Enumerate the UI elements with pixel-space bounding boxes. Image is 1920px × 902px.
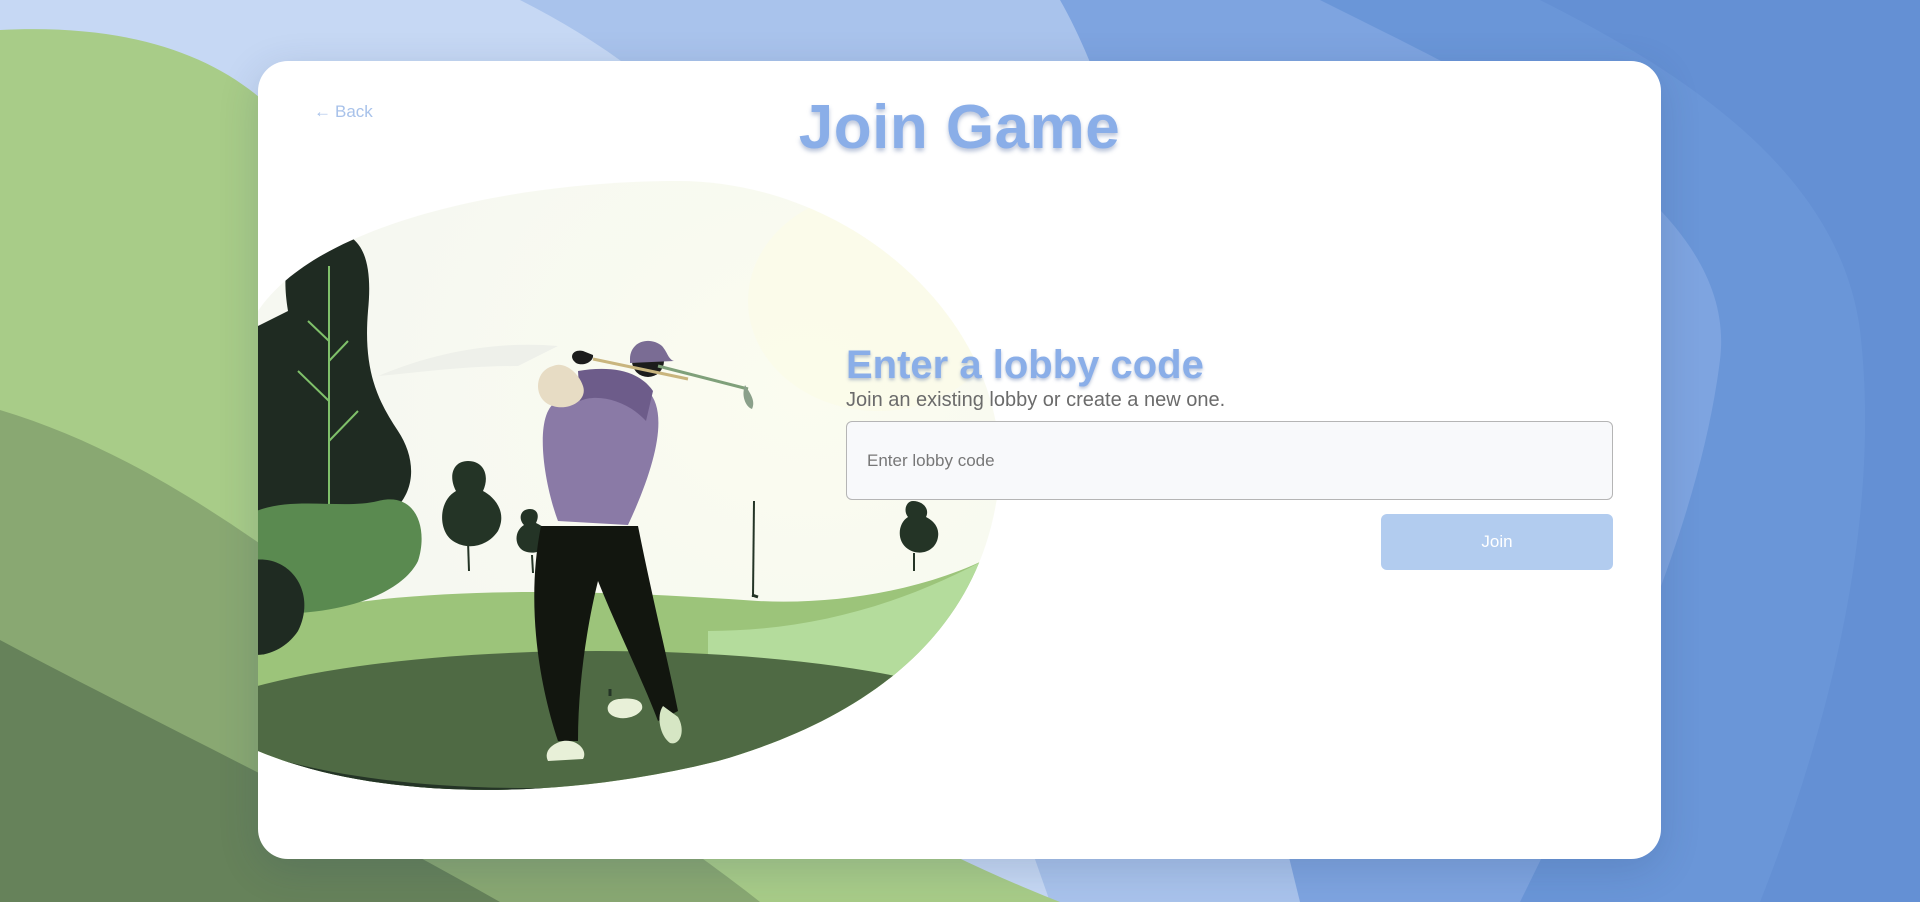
- form-heading: Enter a lobby code: [846, 343, 1204, 387]
- join-game-card: ← Back Join Game Enter a lobby code Join…: [258, 61, 1661, 859]
- page-title: Join Game: [798, 93, 1121, 162]
- form-subheading: Join an existing lobby or create a new o…: [846, 389, 1226, 411]
- lobby-code-input[interactable]: [846, 421, 1613, 500]
- lobby-code-form: Enter a lobby code Join an existing lobb…: [846, 343, 1614, 570]
- join-button[interactable]: Join: [1381, 514, 1613, 570]
